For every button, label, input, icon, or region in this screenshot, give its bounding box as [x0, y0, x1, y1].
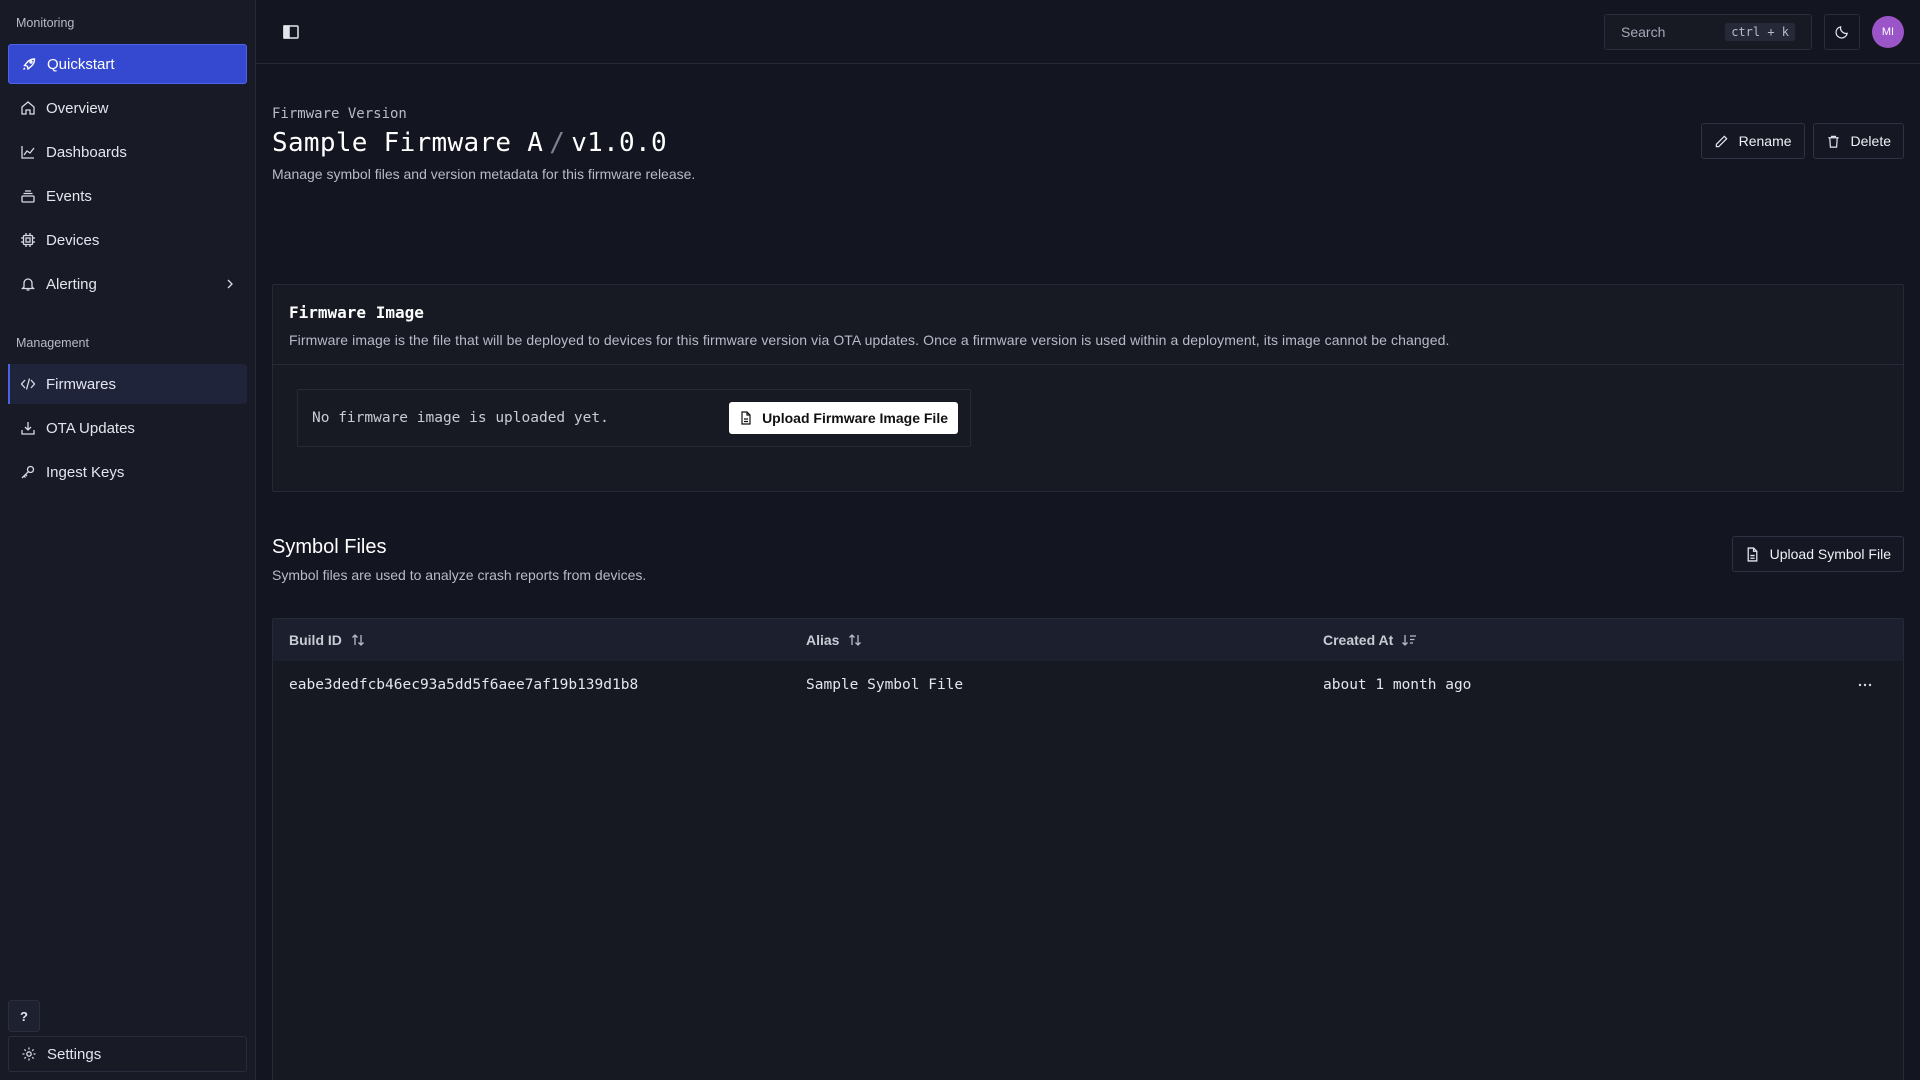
trash-icon — [1826, 134, 1841, 149]
row-actions-button[interactable] — [1845, 677, 1885, 693]
app-root: Monitoring Quickstart Overview Dashboard… — [0, 0, 1920, 1080]
created-at-cell: about 1 month ago — [1323, 677, 1472, 693]
top-bar: Search ctrl + k MI — [256, 0, 1920, 64]
card-body: No firmware image is uploaded yet. Uploa… — [273, 365, 1903, 491]
page-content: Firmware Version Sample Firmware A / v1.0.… — [256, 64, 1920, 1080]
delete-label: Delete — [1850, 133, 1891, 149]
sidebar-item-overview[interactable]: Overview — [8, 88, 247, 128]
section-title: Symbol Files — [272, 536, 387, 558]
avatar[interactable]: MI — [1872, 15, 1904, 48]
chevron-right-icon — [223, 277, 237, 291]
firmware-image-card: Firmware Image Firmware image is the fil… — [272, 284, 1904, 492]
sidebar-item-events[interactable]: Events — [8, 176, 247, 216]
rename-label: Rename — [1738, 133, 1792, 149]
page-header: Firmware Version Sample Firmware A / v1.0.… — [272, 64, 1904, 220]
symbol-files-table: Build ID Alias Created At eabe3dedfcb46e… — [272, 618, 1904, 1080]
sidebar-item-firmwares[interactable]: Firmwares — [8, 364, 247, 404]
column-label: Build ID — [289, 632, 342, 648]
settings-button[interactable]: Settings — [8, 1036, 247, 1072]
line-chart-icon — [20, 144, 36, 160]
table-header: Build ID Alias Created At — [273, 619, 1903, 661]
alias-cell: Sample Symbol File — [806, 677, 964, 693]
sidebar-item-devices[interactable]: Devices — [8, 220, 247, 260]
table-row[interactable]: eabe3dedfcb46ec93a5dd5f6aee7af19b139d1b8… — [273, 661, 1903, 709]
sidebar-item-label: Events — [46, 187, 92, 205]
sidebar-item-dashboards[interactable]: Dashboards — [8, 132, 247, 172]
page-title: Sample Firmware A / v1.0.0 — [272, 128, 1904, 158]
sidebar-item-quickstart[interactable]: Quickstart — [8, 44, 247, 84]
file-icon — [739, 411, 753, 425]
sidebar-item-label: Devices — [46, 231, 100, 249]
column-label: Alias — [806, 632, 840, 648]
symbol-files-header: Symbol Files Symbol files are used to an… — [272, 536, 1904, 606]
sidebar-item-label: Alerting — [46, 275, 97, 293]
card-header: Firmware Image Firmware image is the fil… — [273, 285, 1903, 365]
rocket-icon — [21, 56, 37, 72]
bell-icon — [20, 276, 36, 292]
sort-descending-icon — [1401, 632, 1417, 648]
column-header-build-id[interactable]: Build ID — [273, 632, 790, 648]
delete-button[interactable]: Delete — [1812, 123, 1904, 159]
sidebar-item-ingest-keys[interactable]: Ingest Keys — [8, 452, 247, 492]
section-description: Symbol files are used to analyze crash r… — [272, 567, 647, 583]
key-icon — [20, 464, 36, 480]
card-description: Firmware image is the file that will be … — [289, 332, 1450, 348]
download-icon — [20, 420, 36, 436]
more-horizontal-icon — [1857, 677, 1873, 693]
build-id-cell: eabe3dedfcb46ec93a5dd5f6aee7af19b139d1b8 — [289, 677, 639, 693]
sidebar-item-label: Ingest Keys — [46, 463, 125, 481]
section-label-management: Management — [16, 336, 89, 350]
sort-icon — [350, 632, 366, 648]
firmware-name: Sample Firmware A — [272, 128, 544, 158]
firmware-image-empty-state: No firmware image is uploaded yet. Uploa… — [297, 389, 971, 447]
theme-toggle-button[interactable] — [1824, 13, 1860, 50]
main-area: Search ctrl + k MI Firmware Version Samp… — [256, 0, 1920, 1080]
code-icon — [20, 376, 36, 392]
card-title: Firmware Image — [289, 303, 424, 322]
page-subtitle: Manage symbol files and version metadata… — [272, 166, 696, 182]
file-icon — [1745, 546, 1760, 562]
upload-firmware-image-button[interactable]: Upload Firmware Image File — [729, 402, 958, 434]
sidebar-item-label: Quickstart — [47, 55, 115, 73]
column-header-created-at[interactable]: Created At — [1307, 632, 1903, 648]
pencil-icon — [1714, 134, 1729, 149]
sidebar-item-label: Overview — [46, 99, 109, 117]
home-icon — [20, 100, 36, 116]
header-actions: Rename Delete — [1700, 123, 1904, 159]
top-bar-actions: Search ctrl + k MI — [1604, 13, 1904, 50]
column-header-alias[interactable]: Alias — [790, 632, 1307, 648]
sidebar: Monitoring Quickstart Overview Dashboard… — [0, 0, 256, 1080]
sort-icon — [847, 632, 863, 648]
layers-icon — [20, 188, 36, 204]
empty-state-text: No firmware image is uploaded yet. — [312, 410, 609, 426]
moon-icon — [1834, 24, 1850, 39]
upload-firmware-label: Upload Firmware Image File — [762, 410, 948, 426]
sidebar-item-ota-updates[interactable]: OTA Updates — [8, 408, 247, 448]
section-label-monitoring: Monitoring — [16, 16, 75, 30]
help-button[interactable]: ? — [8, 1000, 40, 1032]
chip-icon — [20, 232, 36, 248]
search-placeholder: Search — [1621, 23, 1666, 40]
rename-button[interactable]: Rename — [1700, 123, 1805, 159]
upload-symbol-label: Upload Symbol File — [1769, 546, 1891, 562]
sidebar-item-alerting[interactable]: Alerting — [8, 264, 247, 304]
search-input[interactable]: Search ctrl + k — [1604, 13, 1812, 50]
sidebar-toggle-icon[interactable] — [282, 23, 300, 41]
page-eyebrow: Firmware Version — [272, 106, 407, 122]
sidebar-item-label: Dashboards — [46, 143, 127, 161]
upload-symbol-file-button[interactable]: Upload Symbol File — [1731, 536, 1904, 572]
sidebar-item-label: OTA Updates — [46, 419, 135, 437]
settings-label: Settings — [47, 1045, 102, 1063]
firmware-version: v1.0.0 — [571, 128, 667, 158]
gear-icon — [21, 1046, 37, 1062]
sidebar-item-label: Firmwares — [46, 375, 116, 393]
title-separator: / — [549, 128, 566, 158]
column-label: Created At — [1323, 632, 1394, 648]
search-shortcut: ctrl + k — [1725, 22, 1795, 41]
